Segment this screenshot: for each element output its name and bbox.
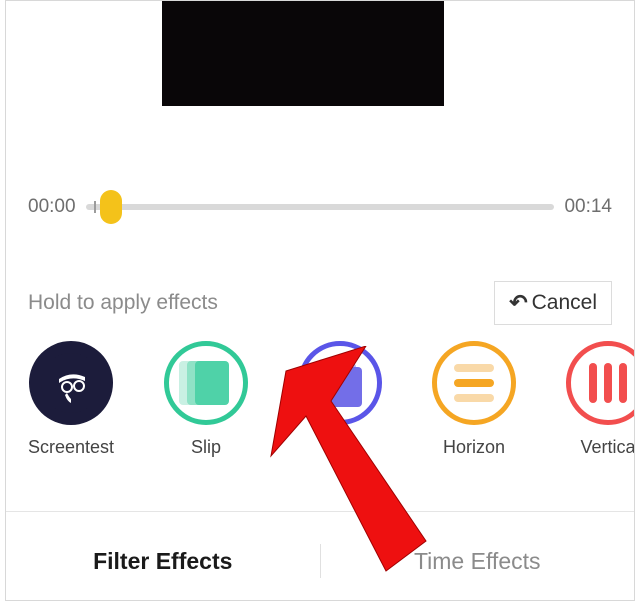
- effect-label: Horizon: [443, 437, 505, 458]
- effect-horizon[interactable]: Horizon: [432, 341, 516, 458]
- undo-icon: ↶: [509, 290, 527, 316]
- horizon-icon: [432, 341, 516, 425]
- cancel-button[interactable]: ↶ Cancel: [494, 281, 612, 325]
- effect-vertical[interactable]: Vertica: [566, 341, 634, 458]
- video-preview[interactable]: [162, 1, 444, 106]
- effect-slip[interactable]: Slip: [164, 341, 248, 458]
- multilayer-icon: [298, 341, 382, 425]
- slip-icon: [164, 341, 248, 425]
- divider: [6, 511, 634, 512]
- effect-label: Screentest: [28, 437, 114, 458]
- vertical-icon: [566, 341, 634, 425]
- timeline-track[interactable]: [86, 204, 555, 210]
- time-start-label: 00:00: [28, 196, 76, 218]
- tabs: Filter Effects Time Effects: [6, 531, 634, 591]
- timeline: 00:00 00:14: [28, 196, 612, 218]
- timeline-tick: [94, 201, 96, 213]
- effects-list: Screentest Slip: [28, 341, 634, 458]
- tab-time-effects[interactable]: Time Effects: [321, 548, 635, 575]
- effect-label: Vertica: [581, 437, 634, 458]
- effect-label: Slip: [191, 437, 221, 458]
- tab-filter-effects[interactable]: Filter Effects: [6, 548, 320, 575]
- effect-screentest[interactable]: Screentest: [28, 341, 114, 458]
- time-end-label: 00:14: [564, 196, 612, 218]
- timeline-playhead[interactable]: [100, 190, 122, 224]
- instruction-text: Hold to apply effects: [28, 291, 218, 315]
- effect-multilayer[interactable]: [298, 341, 382, 437]
- screentest-icon: [29, 341, 113, 425]
- cancel-label: Cancel: [532, 291, 597, 315]
